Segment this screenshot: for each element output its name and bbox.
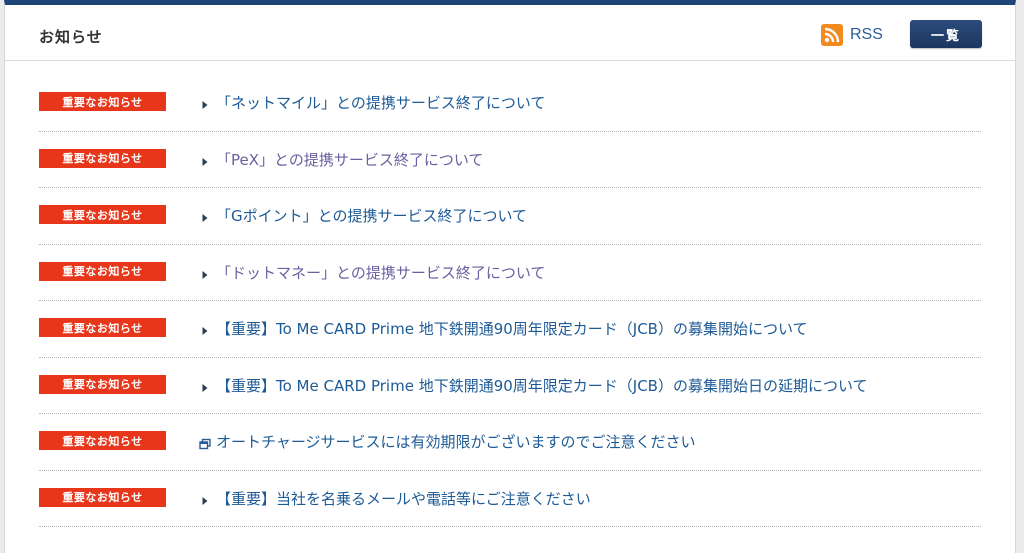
news-item: 重要なお知らせ 【重要】To Me CARD Prime 地下鉄開通90周年限定カ… [39,301,981,358]
news-link[interactable]: 「ドットマネー」との提携サービス終了について [216,262,545,283]
page-title: お知らせ [39,28,103,46]
important-badge: 重要なお知らせ [39,318,166,337]
rss-icon [821,24,843,46]
arrow-right-icon [199,492,211,505]
news-link[interactable]: 「PeX」との提携サービス終了について [216,149,483,170]
arrow-right-icon [199,322,211,335]
external-window-icon [199,435,211,450]
news-item: 重要なお知らせ 「ネットマイル」との提携サービス終了について [39,75,981,132]
important-badge: 重要なお知らせ [39,261,166,281]
important-badge: 重要なお知らせ [39,205,166,224]
rss-label: RSS [850,26,883,43]
arrow-right-icon [199,379,211,392]
important-badge: 重要なお知らせ [39,92,166,111]
news-item: 重要なお知らせ 「Gポイント」との提携サービス終了について [39,188,981,245]
arrow-right-icon [199,209,211,222]
news-item: 重要なお知らせ 【重要】To Me CARD Prime 地下鉄開通90周年限定カ… [39,358,981,414]
important-badge: 重要なお知らせ [39,148,166,168]
news-list: 重要なお知らせ 「ネットマイル」との提携サービス終了について 重要なお知らせ 「PeX… [39,75,981,527]
view-all-button[interactable]: 一覧 [910,20,982,48]
news-header: お知らせ RSS 一覧 [5,5,1015,61]
news-link[interactable]: 【重要】当社を名乗るメールや電話等にご注意ください [216,488,591,509]
arrow-right-icon [199,153,211,166]
news-panel: お知らせ RSS 一覧 重要なお知らせ 「ネットマイル」との提携サービス終了につい… [4,0,1016,553]
arrow-right-icon [199,266,211,279]
news-link[interactable]: 「ネットマイル」との提携サービス終了について [216,92,545,113]
news-item: 重要なお知らせ 【重要】当社を名乗るメールや電話等にご注意ください [39,471,981,527]
important-badge: 重要なお知らせ [39,431,166,450]
rss-link[interactable]: RSS [821,24,883,46]
arrow-right-icon [199,96,211,109]
news-item: 重要なお知らせ オートチャージサービスには有効期限がございますのでご注意ください [39,414,981,471]
news-link[interactable]: 「Gポイント」との提携サービス終了について [216,205,527,226]
news-link[interactable]: 【重要】To Me CARD Prime 地下鉄開通90周年限定カード（JCB）… [216,318,808,339]
news-item: 重要なお知らせ 「PeX」との提携サービス終了について [39,132,981,188]
news-link[interactable]: オートチャージサービスには有効期限がございますのでご注意ください [216,431,696,452]
news-link[interactable]: 【重要】To Me CARD Prime 地下鉄開通90周年限定カード（JCB）… [216,375,868,396]
news-item: 重要なお知らせ 「ドットマネー」との提携サービス終了について [39,245,981,301]
important-badge: 重要なお知らせ [39,487,166,507]
important-badge: 重要なお知らせ [39,374,166,394]
